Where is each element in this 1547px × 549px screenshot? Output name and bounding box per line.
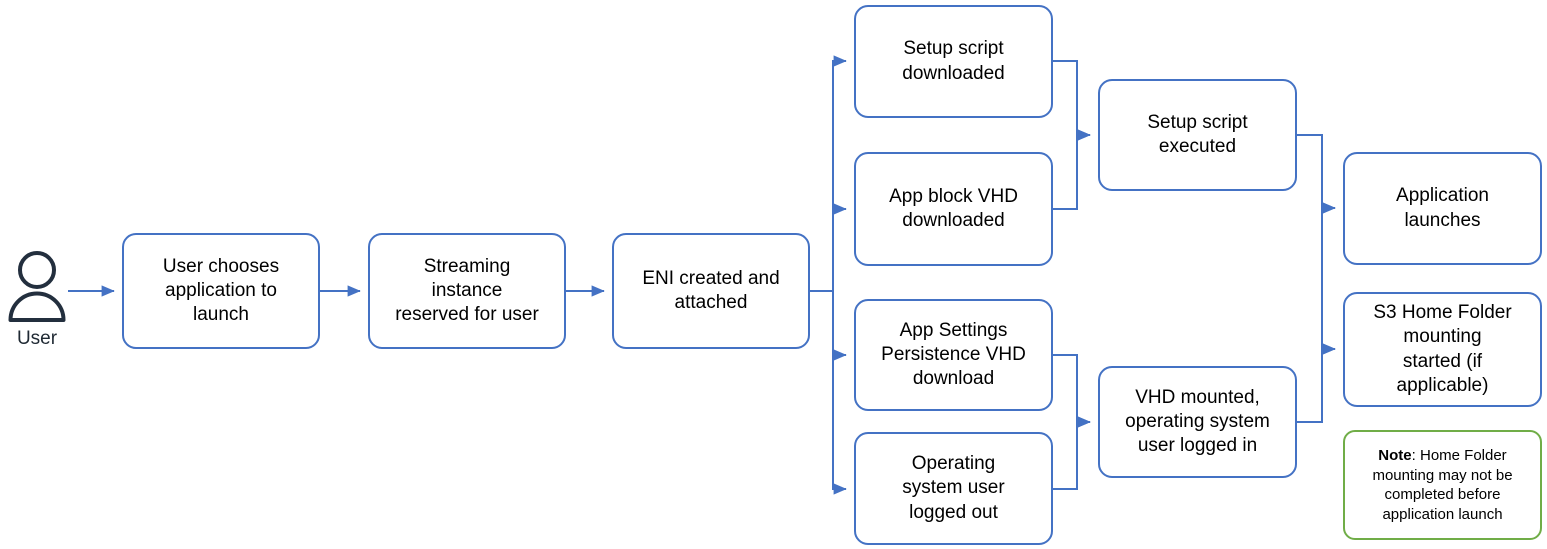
node-setup-script-executed[interactable]: Setup script executed [1098, 79, 1297, 191]
node-app-settings-persistence-vhd-download-label: App Settings Persistence VHD download [881, 319, 1026, 390]
note-prefix: Note [1378, 447, 1412, 464]
node-app-block-vhd-downloaded-label: App block VHD downloaded [889, 185, 1018, 231]
edge-os-logged-out-to-vhd-mounted [1053, 416, 1091, 490]
note-separator: : [1411, 447, 1420, 464]
edge-eni-to-setup-downloaded [810, 55, 847, 292]
actor-user: User [6, 248, 68, 350]
edge-appsettings-to-vhd-mounted [1053, 354, 1091, 428]
node-eni-created-label: ENI created and attached [642, 267, 780, 313]
edge-eni-to-appblock [810, 203, 847, 292]
edge-appblock-to-setup-executed [1053, 129, 1091, 210]
node-user-chooses[interactable]: User chooses application to launch [122, 233, 320, 349]
actor-user-label: User [16, 328, 58, 349]
node-streaming-reserved[interactable]: Streaming instance reserved for user [368, 233, 566, 349]
node-application-launches-label: Application launches [1396, 185, 1489, 231]
node-vhd-mounted[interactable]: VHD mounted, operating system user logge… [1098, 366, 1297, 478]
node-user-chooses-label: User chooses application to launch [162, 255, 280, 326]
user-icon [8, 251, 66, 322]
edge-vhd-mounted-to-app-launches [1297, 202, 1336, 423]
flowchart-canvas: User User chooses application to launch … [0, 0, 1547, 549]
node-setup-script-downloaded[interactable]: Setup script downloaded [854, 5, 1053, 118]
node-app-settings-persistence-vhd-download[interactable]: App Settings Persistence VHD download [854, 299, 1053, 411]
edge-setup-executed-to-app-launches [1297, 134, 1336, 214]
home-folder-note-box: Note: Home Folder mounting may not be co… [1343, 430, 1542, 540]
home-folder-note-text: Note: Home Folder mounting may not be co… [1372, 446, 1512, 524]
node-operating-system-user-logged-out-label: Operating system user logged out [902, 453, 1005, 523]
edge-eni-to-os-logged-out [810, 290, 847, 495]
edge-setup-downloaded-to-executed [1053, 60, 1091, 141]
node-setup-script-downloaded-label: Setup script downloaded [902, 38, 1005, 84]
node-app-block-vhd-downloaded[interactable]: App block VHD downloaded [854, 152, 1053, 266]
node-s3-home-folder-mounting[interactable]: S3 Home Folder mounting started (if appl… [1343, 292, 1542, 407]
edge-vhd-mounted-to-s3-home [1297, 343, 1336, 423]
edge-eni-to-appsettings [810, 290, 847, 361]
node-s3-home-folder-mounting-label: S3 Home Folder mounting started (if appl… [1373, 301, 1512, 396]
node-streaming-reserved-label: Streaming instance reserved for user [395, 255, 539, 326]
edge-setup-executed-to-s3-home [1297, 134, 1336, 355]
node-application-launches[interactable]: Application launches [1343, 152, 1542, 265]
node-operating-system-user-logged-out[interactable]: Operating system user logged out [854, 432, 1053, 545]
node-setup-script-executed-label: Setup script executed [1147, 111, 1248, 157]
node-vhd-mounted-label: VHD mounted, operating system user logge… [1125, 386, 1270, 457]
node-eni-created[interactable]: ENI created and attached [612, 233, 810, 349]
